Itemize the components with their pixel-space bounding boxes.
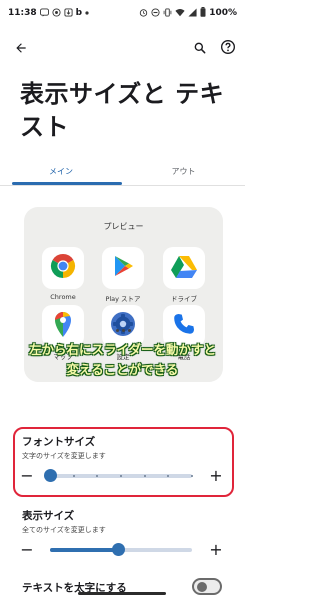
app-drive <box>163 247 205 289</box>
tab-out[interactable]: アウト <box>122 156 245 186</box>
font-size-subtitle: 文字のサイズを変更します <box>22 452 106 460</box>
bold-text-toggle-knob <box>197 582 207 592</box>
phone-icon <box>172 312 196 340</box>
help-icon <box>220 39 236 59</box>
status-left: 11:38 b <box>8 7 89 19</box>
app-label-drive: ドライブ <box>171 295 197 303</box>
font-size-slider-tick <box>96 475 99 477</box>
font-size-title: フォントサイズ <box>22 436 96 448</box>
alarm-icon <box>139 8 148 19</box>
display-size-slider-thumb[interactable] <box>112 543 126 556</box>
drive-icon <box>170 253 198 283</box>
annotation-line-2: 変えることができる <box>66 362 179 377</box>
app-label-chrome: Chrome <box>50 293 76 301</box>
top-app-bar <box>0 30 245 68</box>
annotation-caption: 左から右にスライダーを動かすと 変えることができる <box>0 340 245 380</box>
font-size-slider-tick <box>120 475 122 477</box>
page-indicator-dot <box>128 329 131 332</box>
maps-icon <box>52 310 74 342</box>
signal-bars-icon <box>188 7 197 19</box>
b-icon: b <box>75 7 83 18</box>
app-chrome <box>42 247 84 289</box>
chrome-icon <box>49 252 77 284</box>
display-size-plus-button[interactable]: + <box>208 540 224 559</box>
page-indicator-dot <box>122 329 125 332</box>
font-size-slider-tick <box>191 475 193 477</box>
display-size-minus-button[interactable]: − <box>20 540 34 559</box>
font-size-slider-tick <box>143 475 146 477</box>
font-size-slider-thumb[interactable] <box>44 469 57 482</box>
annotation-line-1: 左から右にスライダーを動かすと <box>28 342 216 357</box>
app-play-store <box>102 247 144 289</box>
download-icon <box>64 7 73 19</box>
status-right: 100% <box>139 7 237 19</box>
vibrate-icon <box>163 7 172 19</box>
status-bar: 11:38 b 100% <box>0 0 245 26</box>
display-size-subtitle: 全てのサイズを変更します <box>22 526 106 534</box>
gesture-navigation-bar[interactable] <box>78 592 166 595</box>
dnd-icon <box>151 7 160 19</box>
page-indicator <box>116 329 131 332</box>
search-button[interactable] <box>187 36 213 62</box>
battery-level: 100% <box>209 8 237 18</box>
bold-text-row[interactable]: テキストを太字にする <box>0 574 245 600</box>
preview-title: プレビュー <box>103 222 144 231</box>
display-size-slider[interactable] <box>50 543 192 556</box>
back-button[interactable] <box>8 36 34 62</box>
bold-text-toggle[interactable] <box>192 578 222 595</box>
line-icon <box>39 7 49 19</box>
font-size-slider-tick <box>167 475 170 477</box>
font-size-slider-tick <box>72 475 75 477</box>
signal-icon <box>52 7 61 19</box>
arrow-back-icon <box>14 40 28 59</box>
page-indicator-dot <box>116 329 119 332</box>
search-icon <box>193 40 207 59</box>
font-size-minus-button[interactable]: − <box>20 466 34 485</box>
tab-indicator <box>12 182 122 185</box>
notification-dot-icon <box>85 9 89 17</box>
display-size-title: 表示サイズ <box>22 510 75 522</box>
battery-icon <box>200 7 206 19</box>
font-size-plus-button[interactable]: + <box>208 466 224 485</box>
font-size-slider[interactable] <box>44 469 193 482</box>
help-button[interactable] <box>215 36 241 62</box>
app-label-play-store: Play ストア <box>105 295 141 303</box>
status-time: 11:38 <box>8 8 37 18</box>
wifi-icon <box>175 8 185 19</box>
settings-icon <box>110 311 136 341</box>
display-size-slider-fill <box>50 548 119 552</box>
page-title: 表示サイズと テキスト <box>20 80 225 141</box>
play-store-icon <box>110 253 136 283</box>
